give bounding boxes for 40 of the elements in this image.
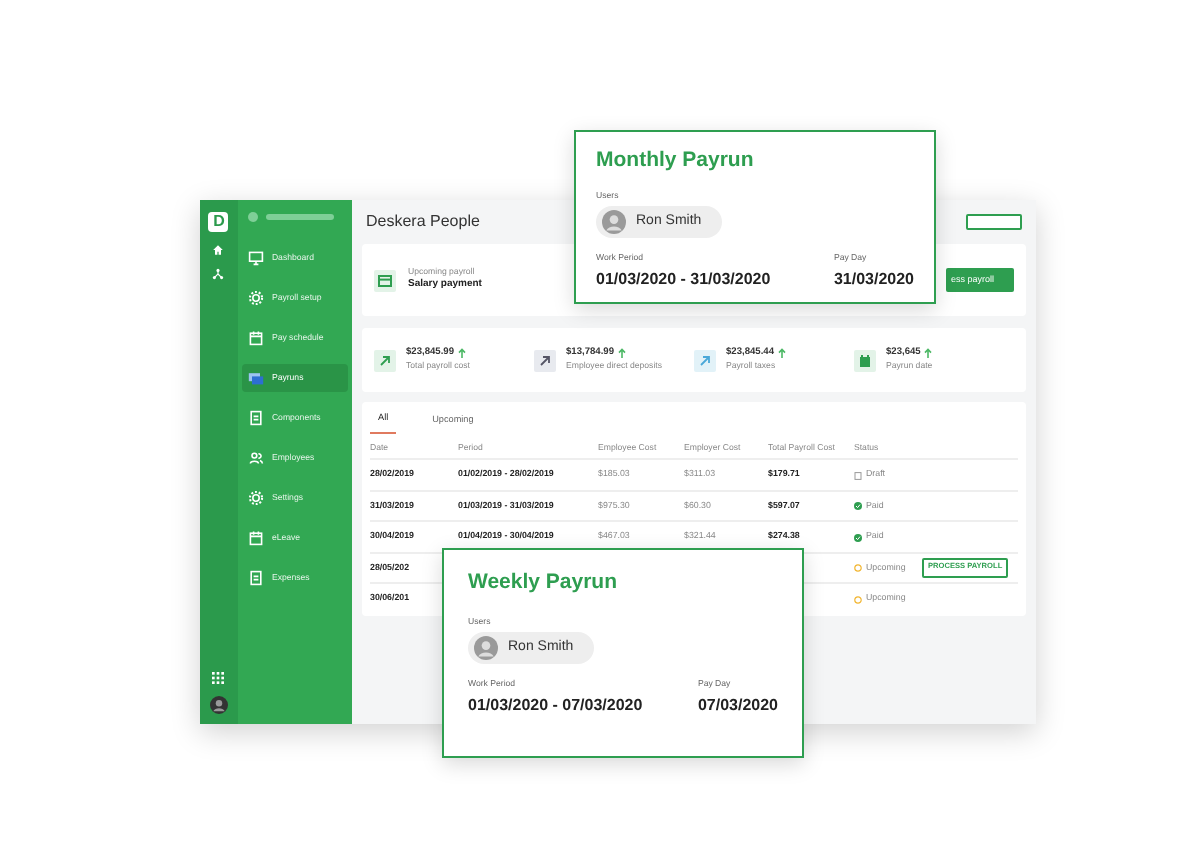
monitor-icon — [247, 250, 264, 266]
avatar-icon — [247, 211, 258, 221]
draft-icon — [854, 471, 862, 480]
clock-icon — [854, 564, 862, 573]
clock-icon — [854, 595, 862, 604]
logo: D — [208, 212, 229, 232]
arrow-up-icon — [618, 348, 627, 359]
card-icon — [247, 370, 264, 386]
gear-icon — [247, 290, 264, 306]
network-icon[interactable] — [212, 268, 225, 280]
calendar-icon — [247, 530, 264, 546]
arrow-up-icon — [458, 348, 467, 359]
gear-icon — [247, 490, 264, 506]
document-icon — [247, 570, 264, 586]
calendar-icon — [247, 330, 264, 346]
arrow-icon — [694, 349, 716, 371]
calendar-icon — [854, 349, 876, 371]
apps-grid-icon[interactable] — [212, 672, 225, 684]
payday-value: 07/03/2020 — [697, 694, 778, 719]
card-icon — [374, 269, 396, 291]
period-value: 01/03/2020 - 31/03/2020 — [596, 268, 771, 293]
document-icon — [247, 410, 264, 426]
avatar-icon — [602, 210, 626, 235]
avatar-icon — [474, 636, 498, 661]
payrun-title: Weekly Payrun — [468, 570, 620, 596]
home-icon[interactable] — [212, 244, 225, 256]
payrun-title: Monthly Payrun — [596, 148, 756, 174]
outline-button[interactable] — [966, 214, 1022, 230]
period-value: 01/03/2020 - 07/03/2020 — [468, 694, 643, 719]
arrow-icon — [374, 349, 396, 371]
people-icon — [247, 450, 264, 466]
arrow-up-icon — [778, 348, 787, 359]
arrow-up-icon — [924, 348, 933, 359]
page-title: Deskera People — [366, 212, 480, 232]
check-circle-icon — [854, 533, 862, 542]
arrow-icon — [534, 349, 556, 371]
name-placeholder-bar — [265, 213, 334, 219]
payday-value: 31/03/2020 — [833, 268, 914, 293]
avatar-icon[interactable] — [209, 696, 228, 714]
check-circle-icon — [854, 502, 862, 511]
